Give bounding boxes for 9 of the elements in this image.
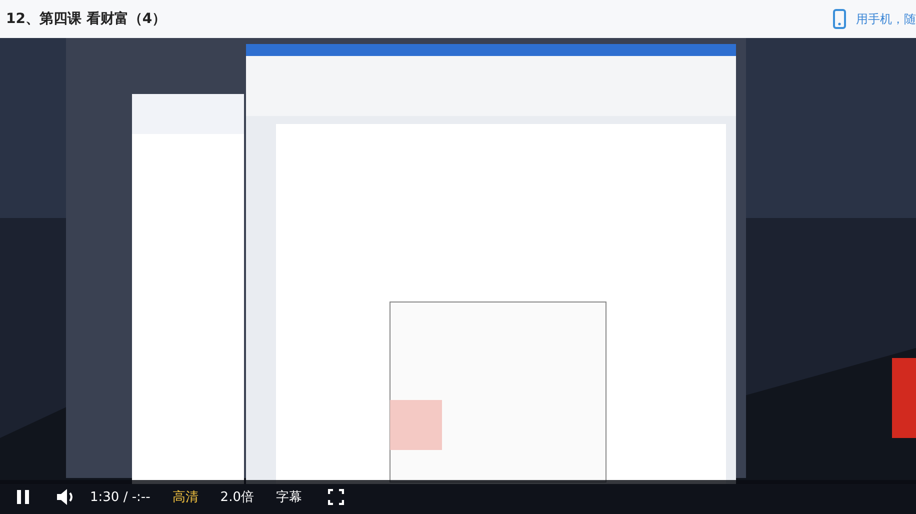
player-option[interactable]: 字幕 (276, 488, 302, 506)
player-option[interactable]: 高清 (172, 488, 198, 506)
lesson-title: 12、第四课 看财富（4） (6, 10, 166, 28)
player-option[interactable]: 2.0倍 (220, 488, 254, 506)
time-display: 1:30 / -:-- (90, 490, 150, 504)
phone-icon[interactable] (833, 9, 846, 29)
mobile-link[interactable]: 用手机，随 (856, 10, 916, 28)
fullscreen-icon[interactable] (328, 489, 344, 505)
pause-icon[interactable] (16, 489, 30, 505)
